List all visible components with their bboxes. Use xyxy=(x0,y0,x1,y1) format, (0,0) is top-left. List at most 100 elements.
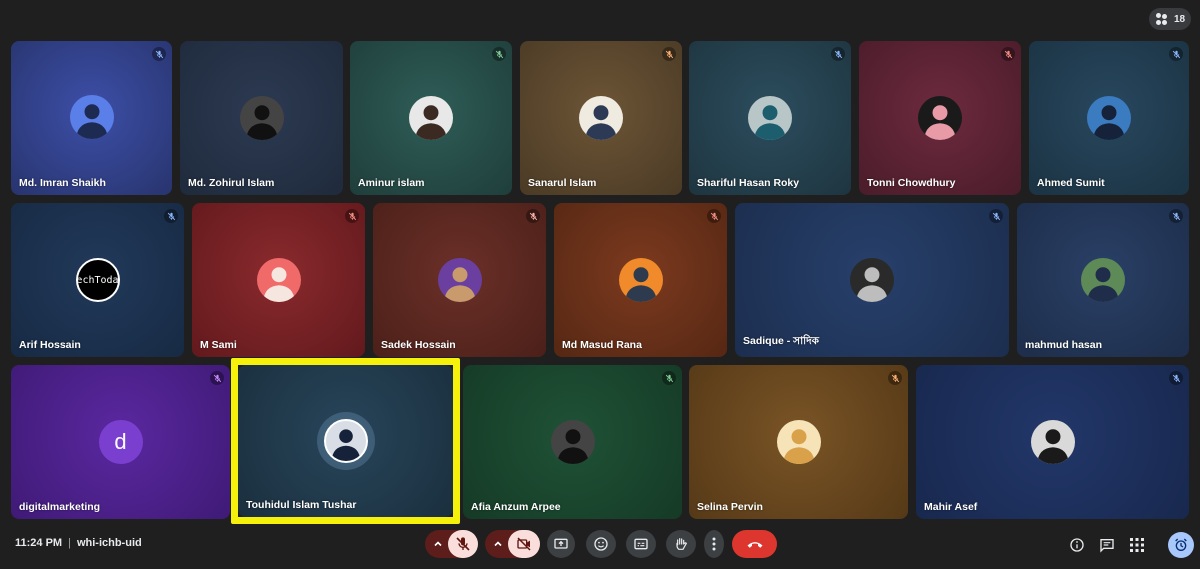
mic-off-icon xyxy=(526,209,540,223)
participant-name: Sanarul Islam xyxy=(528,177,597,189)
avatar: TechToday xyxy=(75,258,120,302)
participant-tile[interactable]: Selina Pervin xyxy=(689,365,908,519)
mic-off-icon xyxy=(989,209,1003,223)
participant-name: digitalmarketing xyxy=(19,501,101,513)
highlight-box xyxy=(231,358,460,524)
activities-button[interactable] xyxy=(1168,532,1194,558)
meeting-code: whi-ichb-uid xyxy=(76,537,142,549)
participant-name: mahmud hasan xyxy=(1025,339,1103,351)
mic-off-icon xyxy=(1169,371,1183,385)
participant-tile[interactable]: mahmud hasan xyxy=(1017,203,1189,357)
videocam-off-icon xyxy=(517,537,531,551)
mic-off-icon xyxy=(210,371,224,385)
more-options-button[interactable] xyxy=(704,530,724,558)
present-button[interactable] xyxy=(547,530,575,558)
bottom-bar: 11:24 PM | whi-ichb-uid xyxy=(0,524,1200,569)
participant-name: Shariful Hasan Roky xyxy=(697,177,800,189)
participant-name: Aminur islam xyxy=(358,177,425,189)
participants-badge[interactable]: 18 xyxy=(1149,8,1191,30)
avatar xyxy=(1087,96,1131,140)
participant-tile[interactable]: TechToday Arif Hossain xyxy=(11,203,184,357)
chat-button[interactable] xyxy=(1098,536,1116,554)
people-icon xyxy=(1155,13,1169,25)
meeting-details-button[interactable] xyxy=(1068,536,1086,554)
emoji-icon xyxy=(594,537,608,551)
chevron-up-icon xyxy=(434,541,442,547)
avatar xyxy=(239,96,284,140)
participant-name: M Sami xyxy=(200,339,237,351)
avatar xyxy=(776,420,821,464)
activities-icon xyxy=(1175,538,1187,551)
mic-off-icon xyxy=(888,371,902,385)
avatar xyxy=(579,96,623,140)
avatar xyxy=(550,420,595,464)
participant-name: Md. Zohirul Islam xyxy=(188,177,275,189)
participant-tile[interactable]: Sanarul Islam xyxy=(520,41,682,195)
participant-name: Tonni Chowdhury xyxy=(867,177,956,189)
hand-icon xyxy=(676,538,688,550)
mic-off-icon xyxy=(345,209,359,223)
participant-name: Md Masud Rana xyxy=(562,339,642,351)
mic-off-icon xyxy=(164,209,178,223)
captions-button[interactable] xyxy=(626,530,656,558)
participant-name: Md. Imran Shaikh xyxy=(19,177,106,189)
participant-tile[interactable]: Tonni Chowdhury xyxy=(859,41,1021,195)
meeting-info: 11:24 PM | whi-ichb-uid xyxy=(15,537,142,549)
captions-icon xyxy=(634,538,648,550)
chevron-up-icon xyxy=(494,541,502,547)
leave-call-button[interactable] xyxy=(732,530,777,558)
mic-off-icon xyxy=(1001,47,1015,61)
mic-options-button[interactable] xyxy=(428,530,448,558)
participant-tile[interactable]: d digitalmarketing xyxy=(11,365,230,519)
camera-toggle-button[interactable] xyxy=(508,530,540,558)
call-end-icon xyxy=(747,542,762,548)
avatar xyxy=(69,95,114,139)
participant-name: Sadek Hossain xyxy=(381,339,456,351)
mic-off-icon xyxy=(831,47,845,61)
participant-tile[interactable]: Mahir Asef xyxy=(916,365,1189,519)
participant-name: Sadique - সাদিক xyxy=(743,335,820,347)
chat-icon xyxy=(1100,539,1114,553)
avatar xyxy=(1030,420,1075,464)
avatar xyxy=(437,258,482,302)
avatar xyxy=(748,96,792,140)
apps-button[interactable] xyxy=(1128,536,1146,554)
participant-name: Mahir Asef xyxy=(924,501,978,513)
participant-tile[interactable]: Shariful Hasan Roky xyxy=(689,41,851,195)
present-screen-icon xyxy=(554,538,568,549)
participant-tile[interactable]: M Sami xyxy=(192,203,365,357)
mic-off-icon xyxy=(492,47,506,61)
participant-tile[interactable]: Sadek Hossain xyxy=(373,203,546,357)
mic-off-icon xyxy=(1169,47,1183,61)
meeting-time: 11:24 PM xyxy=(15,537,63,549)
participant-name: Afia Anzum Arpee xyxy=(471,501,561,513)
participant-tile[interactable]: Afia Anzum Arpee xyxy=(463,365,682,519)
more-vert-icon xyxy=(712,537,716,551)
apps-grid-icon xyxy=(1130,538,1144,552)
camera-options-button[interactable] xyxy=(488,530,508,558)
avatar xyxy=(618,258,663,302)
avatar xyxy=(256,258,301,302)
participant-tile[interactable]: Sadique - সাদিক xyxy=(735,203,1009,357)
raise-hand-button[interactable] xyxy=(666,530,696,558)
avatar xyxy=(1081,258,1125,302)
participant-tile[interactable]: Md Masud Rana xyxy=(554,203,727,357)
participant-tile[interactable]: Ahmed Sumit xyxy=(1029,41,1189,195)
avatar xyxy=(918,96,962,140)
participant-tile[interactable]: Md. Zohirul Islam xyxy=(180,41,343,195)
avatar: d xyxy=(98,420,143,464)
avatar xyxy=(409,96,453,140)
avatar xyxy=(850,258,894,302)
participant-count: 18 xyxy=(1173,13,1186,25)
info-icon xyxy=(1070,538,1084,552)
mic-off-icon xyxy=(662,47,676,61)
participant-tile[interactable]: Md. Imran Shaikh xyxy=(11,41,172,195)
mic-off-icon xyxy=(1169,209,1183,223)
mic-off-icon xyxy=(455,536,471,552)
participant-tile[interactable]: Aminur islam xyxy=(350,41,512,195)
mic-off-icon xyxy=(152,47,166,61)
participant-name: Ahmed Sumit xyxy=(1037,177,1105,189)
participant-name: Selina Pervin xyxy=(697,501,763,513)
mic-toggle-button[interactable] xyxy=(448,530,478,558)
reactions-button[interactable] xyxy=(586,530,616,558)
